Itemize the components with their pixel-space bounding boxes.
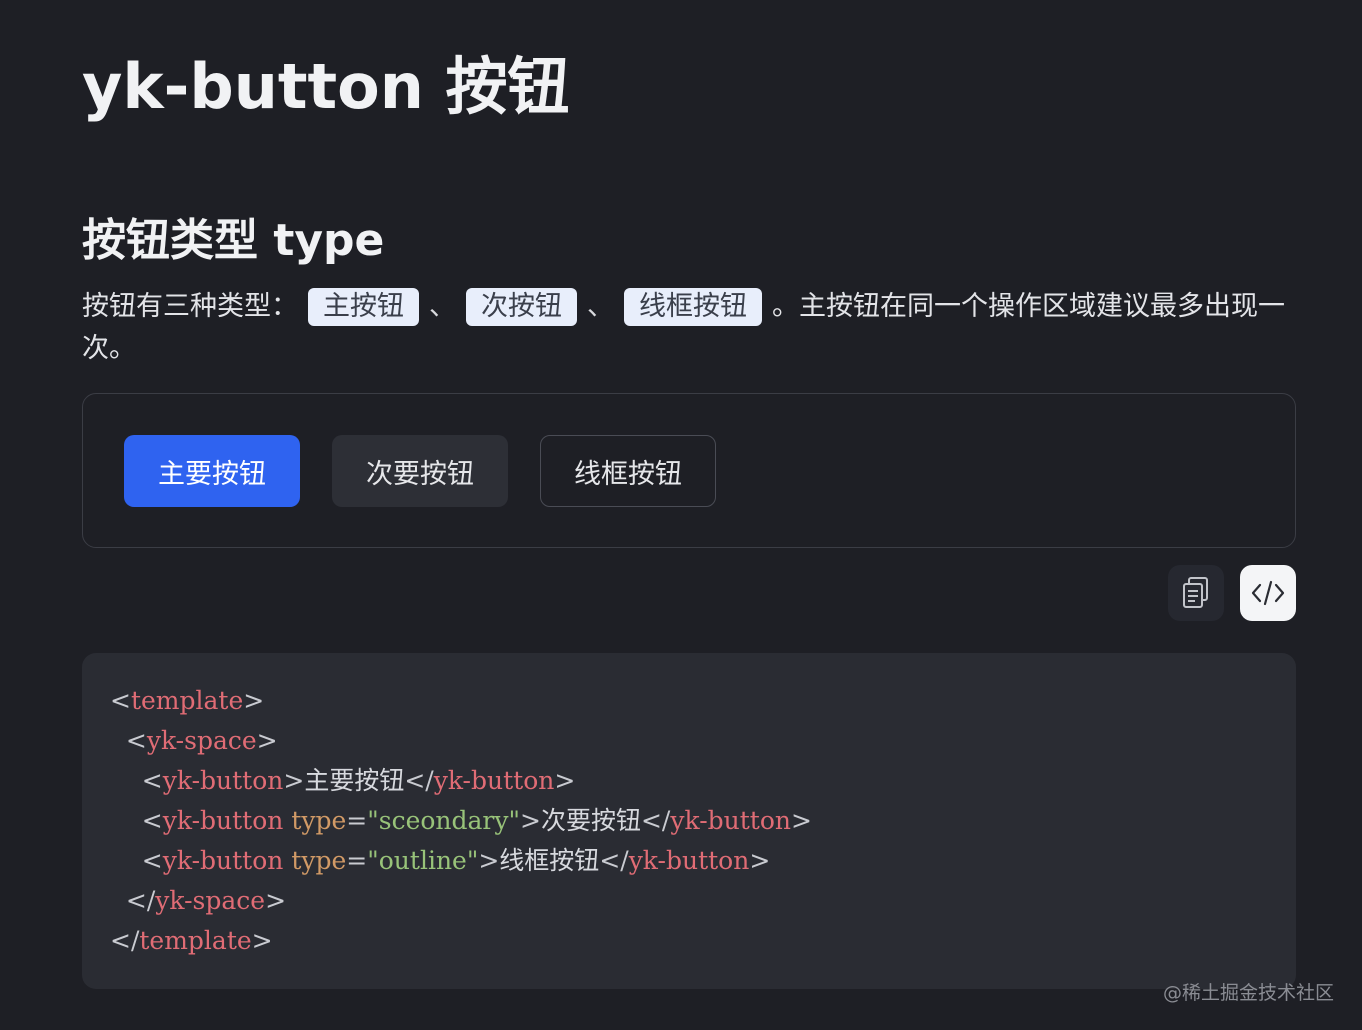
code-token-punct: <: [110, 846, 163, 875]
code-token-tag: yk-button: [162, 846, 284, 875]
code-token-punct: >: [256, 726, 278, 755]
section-title: 按钮类型 type: [82, 215, 385, 266]
code-token-text: 次要按钮: [540, 806, 641, 835]
desc-prefix: 按钮有三种类型：: [82, 291, 298, 322]
desc-separator: 、: [587, 291, 614, 322]
code-token-punct: </: [110, 886, 156, 915]
primary-button[interactable]: 主要按钮: [124, 435, 300, 507]
code-token-text: 主要按钮: [304, 766, 405, 795]
outline-button[interactable]: 线框按钮: [540, 435, 716, 507]
code-token-punct: <: [110, 806, 163, 835]
code-token-tag: yk-button: [162, 806, 284, 835]
code-block: <template> <yk-space> <yk-button>主要按钮</y…: [82, 653, 1296, 989]
code-token-punct: >: [478, 846, 500, 875]
code-icon: [1251, 580, 1285, 606]
code-token-punct: >: [251, 926, 273, 955]
code-token-punct: </: [110, 926, 140, 955]
code-line: <yk-space>: [110, 721, 1268, 761]
code-line: </yk-space>: [110, 881, 1268, 921]
code-line: </template>: [110, 921, 1268, 961]
section-description: 按钮有三种类型： 主按钮、次按钮、线框按钮 。主按钮在同一个操作区域建议最多出现一次…: [82, 286, 1296, 370]
inline-code-outline: 线框按钮: [624, 288, 762, 326]
code-token-tag: yk-button: [670, 806, 791, 835]
code-token-punct: <: [110, 726, 147, 755]
code-token-punct: >: [243, 686, 265, 715]
code-token-punct: >: [283, 766, 305, 795]
inline-code-primary: 主按钮: [308, 288, 419, 326]
code-token-tag: yk-button: [162, 766, 284, 795]
code-token-punct: <: [110, 766, 163, 795]
code-line: <yk-button>主要按钮</yk-button>: [110, 761, 1268, 801]
code-token-punct: >: [554, 766, 576, 795]
code-token-tag: yk-space: [155, 886, 266, 915]
code-token-punct: >: [265, 886, 287, 915]
code-token-str: "sceondary": [367, 806, 521, 835]
code-token-punct: </: [599, 846, 629, 875]
code-token-tag: template: [130, 686, 244, 715]
inline-code-secondary: 次按钮: [466, 288, 577, 326]
code-token-punct: </: [640, 806, 671, 835]
code-token-tag: yk-space: [146, 726, 257, 755]
watermark: @稀土掘金技术社区: [1162, 982, 1334, 1004]
page-title: yk-button 按钮: [82, 50, 570, 123]
code-token-punct: </: [404, 766, 434, 795]
code-token-attr: type: [291, 806, 347, 835]
toggle-code-button[interactable]: [1240, 565, 1296, 621]
code-token-text: 线框按钮: [499, 846, 600, 875]
code-token-tag: template: [139, 926, 252, 955]
code-token-tag: yk-button: [628, 846, 750, 875]
code-token-str: "outline": [367, 846, 479, 875]
code-token-punct: >: [791, 806, 812, 835]
code-token-punct: <: [110, 686, 131, 715]
code-token-punct: >: [749, 846, 771, 875]
code-token-tag: yk-button: [433, 766, 555, 795]
code-line: <yk-button type="sceondary">次要按钮</yk-but…: [110, 801, 1268, 841]
code-token-punct: =: [346, 806, 368, 835]
code-token-attr: type: [291, 846, 347, 875]
code-line: <template>: [110, 681, 1268, 721]
copy-code-button[interactable]: [1168, 565, 1224, 621]
code-line: <yk-button type="outline">线框按钮</yk-butto…: [110, 841, 1268, 881]
doc-page: yk-button 按钮 按钮类型 type 按钮有三种类型： 主按钮、次按钮、线…: [0, 0, 1362, 1030]
secondary-button[interactable]: 次要按钮: [332, 435, 508, 507]
desc-separator: 、: [429, 291, 456, 322]
demo-preview: 主要按钮 次要按钮 线框按钮: [82, 393, 1296, 548]
code-token-punct: >: [520, 806, 541, 835]
code-token-punct: =: [346, 846, 368, 875]
copy-icon: [1183, 577, 1208, 608]
